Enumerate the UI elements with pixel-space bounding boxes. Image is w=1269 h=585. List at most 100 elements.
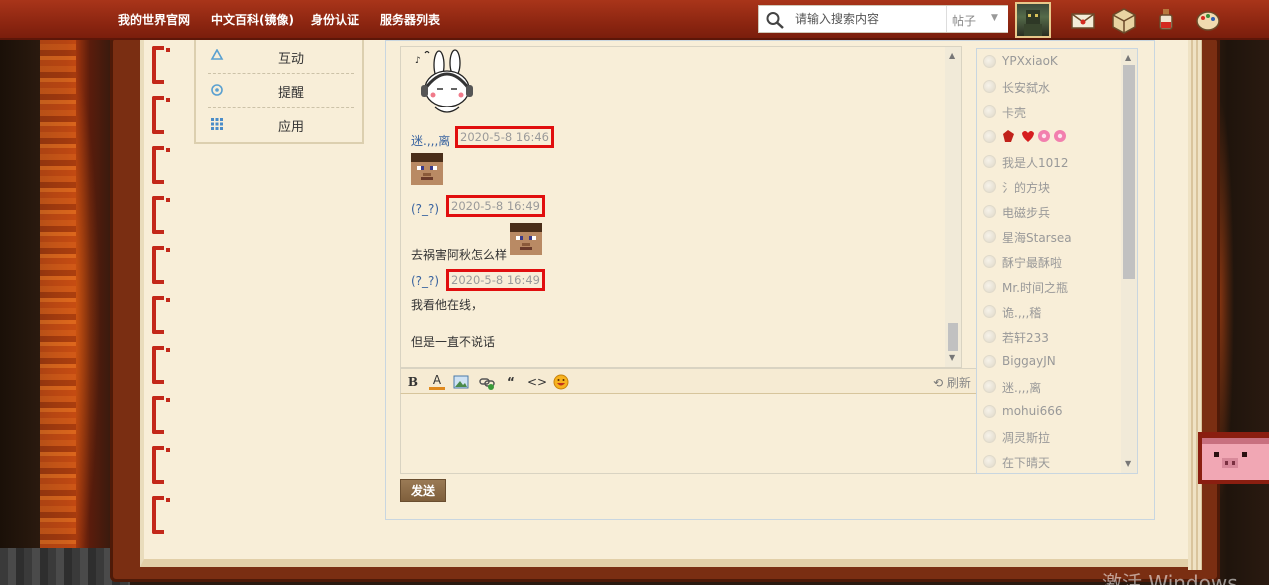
user-list-scrollbar[interactable]: ▲ ▼: [1121, 49, 1137, 473]
message-list[interactable]: ♪ 迷.,,,离 2020-5-8 16:46 (?_?) 2020-5-8 1…: [400, 46, 962, 368]
status-dot: [983, 180, 996, 193]
user-name: 诡.,,,稽: [1002, 306, 1042, 320]
status-dot: [983, 255, 996, 268]
font-color-icon[interactable]: A: [429, 374, 445, 390]
search-type-label: 帖子: [952, 14, 977, 28]
scroll-down-icon[interactable]: ▼: [1125, 459, 1131, 468]
nav-link-minecraft-official[interactable]: 我的世界官网: [118, 11, 190, 28]
user-list-item[interactable]: 诡.,,,稽: [983, 302, 1123, 322]
nav-link-identity-verification[interactable]: 身份认证: [311, 11, 359, 28]
emoji-icon[interactable]: [553, 374, 569, 390]
search-input[interactable]: [795, 9, 945, 29]
editor-toolbar: B A “ <>: [400, 368, 978, 394]
message-author[interactable]: 迷.,,,离: [411, 132, 450, 149]
bell-icon: [211, 84, 223, 96]
image-icon[interactable]: [453, 374, 469, 390]
status-dot: [983, 305, 996, 318]
message-author[interactable]: (?_?): [411, 274, 439, 288]
binding-ring: [152, 296, 170, 334]
scroll-up-icon[interactable]: ▲: [1125, 53, 1131, 62]
mail-icon[interactable]: [1069, 6, 1097, 34]
scroll-down-icon[interactable]: ▼: [949, 353, 955, 362]
palette-icon[interactable]: [1194, 6, 1222, 34]
sidebar-item-interaction[interactable]: 互动: [208, 40, 354, 74]
user-list-item[interactable]: 长安弑水: [983, 77, 1123, 97]
user-list-item[interactable]: [983, 127, 1123, 147]
steve-head-emoji: [411, 153, 443, 185]
user-name: Mr.时间之瓶: [1002, 281, 1069, 295]
chevron-down-icon: ▼: [991, 13, 998, 23]
user-list-item[interactable]: Mr.时间之瓶: [983, 277, 1123, 297]
lava-column: [40, 40, 76, 550]
message-timestamp: 2020-5-8 16:49: [446, 195, 545, 217]
book-page-edge: [1188, 40, 1202, 570]
send-button[interactable]: 发送: [400, 479, 446, 502]
avatar-image: [1024, 10, 1042, 36]
message-editor[interactable]: [400, 394, 978, 474]
code-icon[interactable]: <>: [527, 374, 547, 390]
user-list-item[interactable]: 氵的方块: [983, 177, 1123, 197]
user-list-item[interactable]: 酥宁最酥啦: [983, 252, 1123, 272]
search-icon[interactable]: [765, 11, 787, 29]
status-dot: [983, 280, 996, 293]
quote-icon[interactable]: “: [503, 374, 519, 390]
user-list-item[interactable]: 在下晴天: [983, 452, 1123, 472]
user-name: mohui666: [1002, 404, 1063, 418]
binding-ring: [152, 396, 170, 434]
search-box: 帖子 ▼: [758, 5, 1008, 33]
binding-ring: [152, 496, 170, 534]
status-dot: [983, 455, 996, 468]
message-text: 我看他在线，: [411, 298, 484, 312]
sidebar-item-label: 提醒: [278, 86, 305, 101]
user-list-item[interactable]: 若轩233: [983, 327, 1123, 347]
message-scrollbar[interactable]: ▲ ▼: [945, 47, 961, 367]
status-dot: [983, 80, 996, 93]
avatar[interactable]: [1015, 2, 1051, 38]
user-list-item[interactable]: 电磁步兵: [983, 202, 1123, 222]
online-user-list[interactable]: YPXxiaoK 长安弑水 卡壳 我是人1012 氵的方块 电磁步兵 星海Sta…: [976, 48, 1138, 474]
status-dot: [983, 205, 996, 218]
user-name: 卡壳: [1002, 106, 1027, 120]
crafting-table-icon[interactable]: [1110, 6, 1138, 34]
apps-grid-icon: [211, 118, 223, 130]
user-list-item[interactable]: 我是人1012: [983, 152, 1123, 172]
rabbit-sticker-image: ♪: [415, 49, 473, 113]
status-dot: [983, 55, 996, 68]
user-list-item[interactable]: 星海Starsea: [983, 227, 1123, 247]
link-icon[interactable]: [479, 374, 495, 390]
refresh-button[interactable]: ⟲ 刷新: [933, 374, 971, 391]
sidebar-item-reminders[interactable]: 提醒: [208, 74, 354, 108]
decorative-username-image: [1003, 130, 1066, 142]
user-list-item[interactable]: 卡壳: [983, 102, 1123, 122]
status-dot: [983, 330, 996, 343]
user-list-item[interactable]: YPXxiaoK: [983, 52, 1123, 72]
sidebar-item-apps[interactable]: 应用: [208, 108, 354, 142]
nav-link-wiki-mirror[interactable]: 中文百科(镜像): [211, 11, 294, 28]
status-dot: [983, 355, 996, 368]
scroll-up-icon[interactable]: ▲: [949, 51, 955, 60]
user-name: 电磁步兵: [1002, 206, 1051, 220]
user-list-item[interactable]: 迷.,,,离: [983, 377, 1123, 397]
nav-link-server-list[interactable]: 服务器列表: [380, 11, 440, 28]
steve-head-emoji: [510, 223, 542, 255]
message-author[interactable]: (?_?): [411, 202, 439, 216]
scrollbar-thumb[interactable]: [1123, 65, 1135, 279]
user-list-item[interactable]: 凋灵斯拉: [983, 427, 1123, 447]
user-name: 凋灵斯拉: [1002, 431, 1051, 445]
scrollbar-thumb[interactable]: [948, 323, 958, 351]
windows-activation-watermark: 激活 Windows: [1102, 571, 1238, 585]
user-name: 我是人1012: [1002, 156, 1069, 170]
search-type-select[interactable]: 帖子 ▼: [946, 6, 1008, 32]
binding-ring: [152, 96, 170, 134]
user-name: 若轩233: [1002, 331, 1049, 345]
status-dot: [983, 405, 996, 418]
svg-text:♪: ♪: [415, 56, 421, 66]
pig-widget-icon[interactable]: [1198, 432, 1269, 484]
bold-icon[interactable]: B: [405, 374, 421, 390]
user-list-item[interactable]: mohui666: [983, 402, 1123, 422]
book-binding: [146, 40, 170, 540]
binding-ring: [152, 346, 170, 384]
user-name: 氵的方块: [1002, 181, 1051, 195]
potion-icon[interactable]: [1152, 6, 1180, 34]
user-list-item[interactable]: BiggayJN: [983, 352, 1123, 372]
